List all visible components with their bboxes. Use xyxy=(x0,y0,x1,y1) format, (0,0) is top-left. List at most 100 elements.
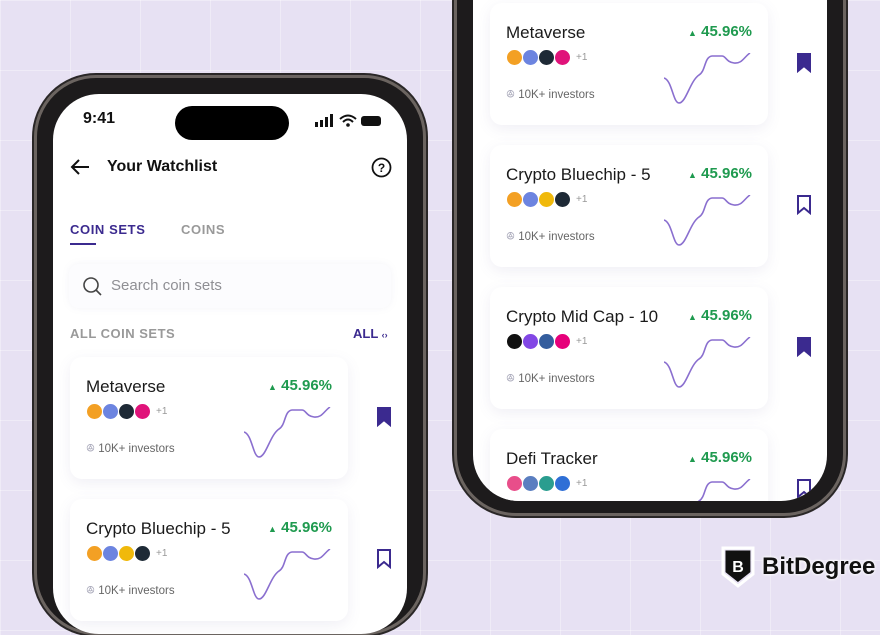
question-circle-icon[interactable]: ? xyxy=(371,157,392,178)
investors-count: ꔮ 10K+ investors xyxy=(86,585,175,598)
coin-icons: +1 xyxy=(86,403,167,420)
bookmark-filled-icon[interactable] xyxy=(376,407,392,427)
coin-set-name: Crypto Mid Cap - 10 xyxy=(506,307,659,326)
phone-left: 9:41 Your Watchlist ? COIN SETS COINS Se… xyxy=(34,75,426,635)
investors-text: 10K+ investors xyxy=(518,231,595,243)
up-triangle-icon: ▲ xyxy=(688,28,697,38)
coin-icon xyxy=(102,403,119,420)
sparkline-chart xyxy=(244,407,331,458)
coin-set-name: Crypto Bluechip - 5 xyxy=(506,165,651,184)
up-triangle-icon: ▲ xyxy=(688,312,697,322)
bookmark-icon[interactable] xyxy=(796,479,812,499)
coin-set-name: Metaverse xyxy=(86,377,166,396)
coin-set-card[interactable]: Crypto Bluechip - 5 ▲ 45.96% +1 ꔮ 10K+ i… xyxy=(70,499,348,621)
investors-count: ꔮ 10K+ investors xyxy=(506,231,595,244)
coin-icon xyxy=(522,475,539,492)
dynamic-island xyxy=(175,106,289,140)
users-icon: ꔮ xyxy=(506,373,515,385)
coin-icon xyxy=(538,49,555,66)
up-triangle-icon: ▲ xyxy=(688,170,697,180)
coin-set-name: Crypto Bluechip - 5 xyxy=(86,519,231,538)
coin-icon xyxy=(506,49,523,66)
tab-indicator xyxy=(70,243,96,245)
view-all-label: ALL xyxy=(353,326,379,341)
coin-icon xyxy=(554,475,571,492)
brand-name: BitDegree xyxy=(762,553,876,580)
tab-coins[interactable]: COINS xyxy=(181,222,225,237)
sparkline-chart xyxy=(697,479,751,501)
coin-icons: +1 xyxy=(506,191,587,208)
coin-set-card[interactable]: Metaverse ▲ 45.96% +1 ꔮ 10K+ investors xyxy=(70,357,348,479)
users-icon: ꔮ xyxy=(506,89,515,101)
status-icons xyxy=(315,114,381,127)
coin-set-name: Metaverse xyxy=(506,23,586,42)
coin-icon xyxy=(134,403,151,420)
coin-icons: +1 xyxy=(506,49,587,66)
coin-icon xyxy=(86,545,103,562)
change-percent: ▲ 45.96% xyxy=(688,449,752,466)
arrows-icon: ‹› xyxy=(381,330,388,340)
view-all-link[interactable]: ALL ‹› xyxy=(353,326,388,341)
change-percent: ▲ 45.96% xyxy=(688,23,752,40)
watchlist-screen-scrolled: Metaverse ▲ 45.96% +1 ꔮ 10K+ investors C… xyxy=(473,0,827,501)
coin-set-card[interactable]: Metaverse ▲ 45.96% +1 ꔮ 10K+ investors xyxy=(490,3,768,125)
more-coins-count: +1 xyxy=(576,478,588,489)
change-value: 45.96% xyxy=(281,377,332,394)
up-triangle-icon: ▲ xyxy=(268,524,277,534)
coin-icon xyxy=(134,545,151,562)
coin-icon xyxy=(506,191,523,208)
section-label: ALL COIN SETS xyxy=(70,326,176,341)
coin-icon xyxy=(522,49,539,66)
coin-icon xyxy=(506,475,523,492)
users-icon: ꔮ xyxy=(86,443,95,455)
coin-set-card[interactable]: Crypto Bluechip - 5 ▲ 45.96% +1 ꔮ 10K+ i… xyxy=(490,145,768,267)
more-coins-count: +1 xyxy=(156,548,168,559)
investors-text: 10K+ investors xyxy=(98,585,175,597)
change-percent: ▲ 45.96% xyxy=(688,165,752,182)
bookmark-filled-icon[interactable] xyxy=(796,337,812,357)
tab-coin-sets[interactable]: COIN SETS xyxy=(70,222,145,237)
coin-set-name: Defi Tracker xyxy=(506,449,598,468)
coin-icon xyxy=(538,475,555,492)
bookmark-icon[interactable] xyxy=(376,549,392,569)
search-icon xyxy=(83,277,102,296)
coin-icons: +1 xyxy=(506,475,587,492)
search-placeholder: Search coin sets xyxy=(111,277,222,294)
sparkline-chart xyxy=(244,549,331,600)
up-triangle-icon: ▲ xyxy=(688,454,697,464)
coin-set-card[interactable]: Crypto Mid Cap - 10 ▲ 45.96% +1 ꔮ 10K+ i… xyxy=(490,287,768,409)
coin-icon xyxy=(538,191,555,208)
coin-set-card[interactable]: Defi Tracker ▲ 45.96% +1 ꔮ 10K+ investor… xyxy=(490,429,768,501)
change-value: 45.96% xyxy=(281,519,332,536)
sparkline-chart xyxy=(664,53,751,104)
coin-icon xyxy=(86,403,103,420)
more-coins-count: +1 xyxy=(156,406,168,417)
change-percent: ▲ 45.96% xyxy=(268,377,332,394)
investors-text: 10K+ investors xyxy=(518,373,595,385)
change-value: 45.96% xyxy=(701,23,752,40)
change-value: 45.96% xyxy=(701,449,752,466)
coin-icon xyxy=(554,333,571,350)
investors-text: 10K+ investors xyxy=(518,89,595,101)
bookmark-icon[interactable] xyxy=(796,195,812,215)
arrow-left-icon[interactable] xyxy=(69,158,91,176)
page-title: Your Watchlist xyxy=(107,158,218,175)
svg-text:B: B xyxy=(732,559,744,576)
coin-icons: +1 xyxy=(506,333,587,350)
search-input[interactable]: Search coin sets xyxy=(69,264,391,308)
users-icon: ꔮ xyxy=(86,585,95,597)
coin-icon xyxy=(554,191,571,208)
bitdegree-logo: B BitDegree xyxy=(720,545,875,589)
coin-icons: +1 xyxy=(86,545,167,562)
investors-text: 10K+ investors xyxy=(98,443,175,455)
change-percent: ▲ 45.96% xyxy=(688,307,752,324)
status-time: 9:41 xyxy=(83,110,116,127)
more-coins-count: +1 xyxy=(576,194,588,205)
coin-icon xyxy=(538,333,555,350)
coin-icon xyxy=(522,333,539,350)
coin-icon xyxy=(554,49,571,66)
bookmark-filled-icon[interactable] xyxy=(796,53,812,73)
more-coins-count: +1 xyxy=(576,336,588,347)
coin-icon xyxy=(102,545,119,562)
investors-count: ꔮ 10K+ investors xyxy=(86,443,175,456)
